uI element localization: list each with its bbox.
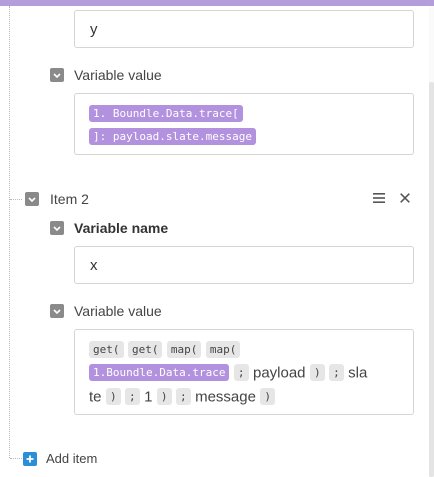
item2-name-label: Variable name bbox=[74, 220, 169, 236]
path-text: payload bbox=[252, 364, 306, 382]
item2-name-checkbox[interactable] bbox=[50, 221, 64, 235]
item1-variable-value-input[interactable]: 1. Boundle.Data.trace[ ]: payload.slate.… bbox=[74, 93, 414, 155]
get-function-pill[interactable]: get( bbox=[127, 341, 163, 359]
item2-value-label: Variable value bbox=[74, 303, 162, 319]
item2-menu-button[interactable] bbox=[371, 190, 387, 206]
trace-variable-pill[interactable]: 1.Boundle.Data.trace bbox=[89, 364, 230, 382]
separator-pill[interactable]: ; bbox=[233, 364, 249, 382]
close-paren-pill[interactable]: ) bbox=[309, 364, 325, 382]
top-accent-bar bbox=[0, 0, 434, 6]
separator-pill[interactable]: ; bbox=[125, 388, 140, 406]
get-function-pill[interactable]: get( bbox=[89, 341, 124, 359]
map-function-pill[interactable]: map( bbox=[166, 341, 202, 359]
check-icon bbox=[53, 73, 61, 79]
item1-variable-name-value: y bbox=[90, 21, 98, 38]
item2-value-checkbox[interactable] bbox=[50, 304, 64, 318]
item1-value-checkbox[interactable] bbox=[50, 68, 64, 82]
path-text: message bbox=[195, 388, 256, 406]
path-text: te bbox=[89, 388, 102, 406]
check-icon bbox=[53, 309, 61, 315]
close-icon bbox=[400, 193, 410, 203]
item2-variable-value-input[interactable]: get( get( map( map( 1.Boundle.Data.trace… bbox=[74, 329, 414, 415]
item2-remove-button[interactable] bbox=[397, 190, 413, 206]
item2-variable-name-value: x bbox=[90, 257, 98, 274]
tree-line bbox=[9, 6, 10, 458]
separator-pill[interactable]: ; bbox=[176, 388, 191, 406]
check-icon bbox=[53, 226, 61, 232]
item2-title: Item 2 bbox=[50, 191, 89, 207]
separator-pill[interactable]: ; bbox=[329, 364, 344, 382]
close-paren-pill[interactable]: ) bbox=[105, 388, 121, 406]
add-item-button[interactable] bbox=[23, 452, 37, 466]
path-text: sla bbox=[348, 364, 368, 382]
tree-branch-item2 bbox=[10, 199, 22, 200]
item1-value-label: Variable value bbox=[74, 67, 162, 83]
check-icon bbox=[28, 197, 36, 203]
item1-value-pill-1[interactable]: 1. Boundle.Data.trace[ bbox=[89, 105, 243, 123]
tree-branch-add bbox=[10, 458, 22, 459]
close-paren-pill[interactable]: ) bbox=[156, 388, 172, 406]
item1-value-pill-2[interactable]: ]: payload.slate.message bbox=[89, 128, 256, 146]
item2-collapse-checkbox[interactable] bbox=[25, 192, 39, 206]
close-paren-pill[interactable]: ) bbox=[260, 388, 276, 406]
index-text: 1 bbox=[144, 388, 153, 406]
map-function-pill[interactable]: map( bbox=[205, 341, 241, 359]
add-item-link[interactable]: Add item bbox=[46, 451, 97, 467]
plus-icon bbox=[26, 455, 34, 463]
item1-variable-name-input[interactable]: y bbox=[74, 10, 414, 48]
scrollbar-thumb[interactable] bbox=[429, 82, 434, 477]
hamburger-icon bbox=[373, 193, 385, 203]
item2-variable-name-input[interactable]: x bbox=[74, 246, 414, 284]
